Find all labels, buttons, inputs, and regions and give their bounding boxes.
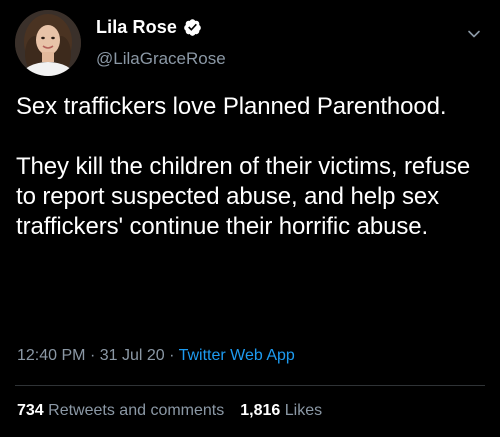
tweet-stats: 734 Retweets and comments 1,816 Likes [17, 402, 322, 420]
display-name[interactable]: Lila Rose [96, 17, 177, 38]
verified-badge-icon [183, 18, 202, 37]
avatar-image [15, 10, 81, 76]
meta-separator: · [89, 347, 96, 364]
retweets-count: 734 [17, 402, 44, 419]
retweets-label: Retweets and comments [48, 402, 225, 419]
likes-count: 1,816 [240, 402, 281, 419]
tweet-date[interactable]: 31 Jul 20 [100, 347, 165, 364]
tweet-text: Sex traffickers love Planned Parenthood.… [16, 92, 486, 242]
likes-stat[interactable]: 1,816 Likes [240, 402, 322, 419]
handle[interactable]: @LilaGraceRose [96, 49, 226, 69]
likes-label: Likes [284, 402, 323, 419]
chevron-down-icon[interactable] [466, 26, 482, 42]
tweet-card: Lila Rose @LilaGraceRose Sex traffickers… [0, 0, 500, 437]
tweet-paragraph-1: Sex traffickers love Planned Parenthood. [16, 93, 447, 120]
meta-separator-2: · [169, 347, 175, 364]
tweet-meta: 12:40 PM · 31 Jul 20 · Twitter Web App [17, 347, 295, 365]
avatar[interactable] [15, 10, 81, 76]
tweet-time[interactable]: 12:40 PM [17, 347, 85, 364]
tweet-paragraph-2: They kill the children of their victims,… [16, 153, 471, 240]
retweets-stat[interactable]: 734 Retweets and comments [17, 402, 224, 419]
tweet-source[interactable]: Twitter Web App [179, 347, 295, 364]
divider [15, 385, 485, 386]
author-row: Lila Rose [96, 16, 202, 38]
